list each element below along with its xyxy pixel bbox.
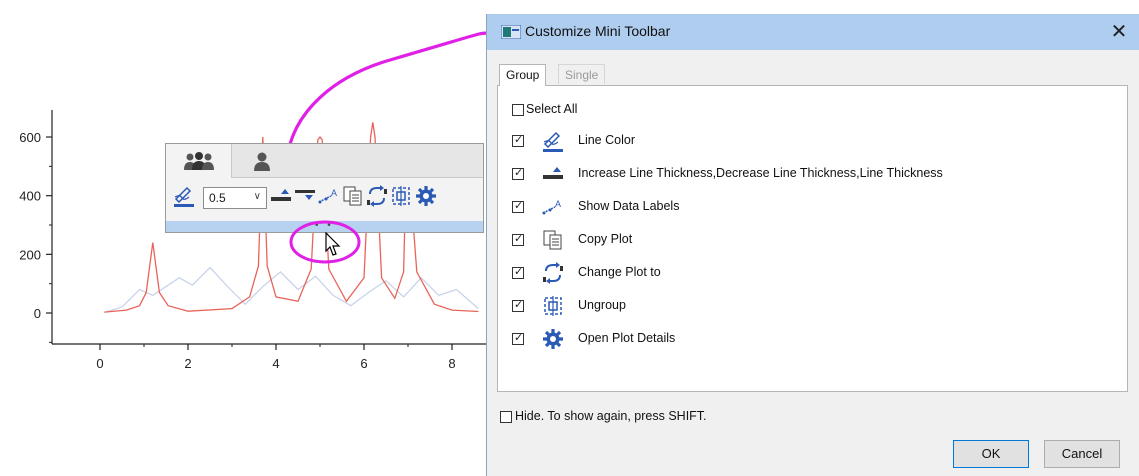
group-users-icon <box>183 152 214 170</box>
checkmark-icon: ✓ <box>514 299 524 311</box>
tab-panel-group: Select All ✓ Line Color ✓ Increase Line Thi… <box>497 85 1128 392</box>
item-label: Open Plot Details <box>578 331 676 345</box>
x-tick-label: 2 <box>184 356 191 371</box>
select-all-label: Select All <box>526 102 578 116</box>
y-tick-label: 0 <box>34 306 41 321</box>
decrease-thickness-icon <box>295 190 315 200</box>
x-tick-label: 6 <box>360 356 367 371</box>
close-icon[interactable]: ✕ <box>1107 20 1131 44</box>
item-checkbox[interactable]: ✓ <box>512 266 524 279</box>
line-thickness-icon <box>542 163 564 185</box>
ungroup-icon <box>542 295 564 317</box>
show-data-labels-icon: A <box>318 188 337 204</box>
decrease-thickness-button[interactable] <box>294 185 316 207</box>
checkmark-icon: ✓ <box>514 134 524 146</box>
mini-tab-single[interactable] <box>232 144 292 177</box>
checkmark-icon: ✓ <box>514 266 524 278</box>
item-label: Change Plot to <box>578 265 661 279</box>
y-tick-label: 200 <box>19 247 41 262</box>
y-tick-label: 600 <box>19 130 41 145</box>
item-checkbox[interactable]: ✓ <box>512 299 524 312</box>
dialog-title: Customize Mini Toolbar <box>525 23 671 39</box>
cancel-button[interactable]: Cancel <box>1044 440 1120 468</box>
svg-text:A: A <box>555 199 561 209</box>
copy-plot-icon <box>542 229 564 251</box>
item-label: Copy Plot <box>578 232 633 246</box>
app-window-icon <box>501 25 521 39</box>
item-checkbox[interactable]: ✓ <box>512 200 524 213</box>
plot-details-button[interactable] <box>415 185 437 207</box>
plot-details-gear-icon <box>416 186 436 206</box>
item-label: Show Data Labels <box>578 199 680 213</box>
item-checkbox[interactable]: ✓ <box>512 167 524 180</box>
copy-plot-icon <box>343 186 362 206</box>
hide-label: Hide. To show again, press SHIFT. <box>515 409 707 423</box>
customize-mini-toolbar-dialog: Customize Mini Toolbar ✕ Group Single Se… <box>486 14 1139 476</box>
chevron-down-icon: ∨ <box>253 191 261 202</box>
dialog-title-bar: Customize Mini Toolbar ✕ <box>487 14 1139 50</box>
tab-single[interactable]: Single <box>558 64 606 84</box>
item-label: Line Color <box>578 133 635 147</box>
item-label: Ungroup <box>578 298 626 312</box>
select-all-checkbox[interactable] <box>512 104 524 116</box>
checkmark-icon: ✓ <box>514 200 524 212</box>
change-plot-button[interactable] <box>366 185 388 207</box>
change-plot-icon <box>367 185 387 207</box>
line-thickness-value: 0.5 <box>209 191 226 205</box>
show-data-labels-button[interactable]: A <box>318 185 340 207</box>
increase-thickness-button[interactable] <box>270 185 292 207</box>
data-labels-icon: A <box>542 196 564 218</box>
gear-icon <box>542 328 564 350</box>
item-label: Increase Line Thickness,Decrease Line Th… <box>578 166 943 180</box>
x-tick-label: 4 <box>272 356 279 371</box>
line-plot: 600 400 200 0 0 2 4 6 8 <box>19 26 490 371</box>
ok-button[interactable]: OK <box>953 440 1029 468</box>
line-color-icon <box>174 186 194 207</box>
item-checkbox[interactable]: ✓ <box>512 134 524 147</box>
series-line <box>104 266 479 314</box>
change-plot-icon <box>542 262 564 284</box>
checkmark-icon: ✓ <box>514 167 524 179</box>
increase-thickness-icon <box>271 189 291 201</box>
x-tick-label: 8 <box>448 356 455 371</box>
mouse-cursor-icon <box>325 232 341 256</box>
checkmark-icon: ✓ <box>514 233 524 245</box>
ungroup-button[interactable] <box>390 185 412 207</box>
svg-text:A: A <box>331 188 337 198</box>
mini-tab-group[interactable] <box>166 144 232 178</box>
mini-line-color-button[interactable] <box>173 185 195 207</box>
item-checkbox[interactable]: ✓ <box>512 233 524 246</box>
mini-toolbar-tabs <box>166 144 483 178</box>
line-thickness-combo[interactable]: 0.5 ∨ <box>203 187 267 209</box>
copy-plot-button[interactable] <box>342 185 364 207</box>
hide-checkbox[interactable] <box>500 411 512 423</box>
x-tick-label: 0 <box>96 356 103 371</box>
single-user-icon <box>254 152 270 171</box>
item-checkbox[interactable]: ✓ <box>512 332 524 345</box>
tab-group[interactable]: Group <box>499 64 547 86</box>
ungroup-icon <box>392 186 410 206</box>
y-tick-label: 400 <box>19 189 41 204</box>
line-color-icon <box>542 130 564 152</box>
checkmark-icon: ✓ <box>514 332 524 344</box>
